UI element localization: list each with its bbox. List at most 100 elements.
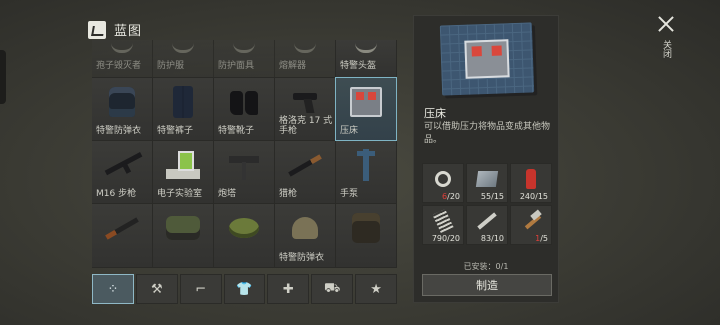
helmet-icon [287, 212, 323, 244]
bearing-icon [431, 169, 455, 189]
ghost-icon [226, 40, 262, 62]
blueprint-label: 孢子毁灭者 [96, 61, 142, 71]
material-have: 83 [480, 234, 492, 243]
material-slot[interactable]: 55/15 [466, 163, 508, 203]
category-tab-bar: ⁘ ⚒ ⌐ 👕 ✚ ⛟ ★ [92, 274, 398, 304]
material-quantity: 790/20 [432, 234, 460, 243]
close-icon[interactable] [656, 14, 676, 34]
blueprint-cell[interactable]: 炮塔 [213, 140, 275, 204]
edge-handle[interactable] [0, 50, 6, 104]
blueprint-cell[interactable]: M16 步枪 [92, 140, 153, 204]
tab-clothing[interactable]: 👕 [223, 274, 266, 304]
blueprint-cell[interactable] [335, 203, 397, 268]
blueprint-cell[interactable]: 孢子毁灭者 [92, 40, 153, 78]
material-have: 55 [480, 192, 492, 201]
material-quantity: 1/5 [535, 234, 548, 243]
pump-icon [348, 149, 384, 181]
blueprint-cell[interactable]: 特警防弹衣 [274, 203, 336, 268]
blueprint-grid: 孢子毁灭者 防护服 防护面具 熔解器 特警头盔特警防弹衣 特警裤子 特警靴子 格洛克 17 式… [92, 40, 397, 268]
detail-panel: 压床 可以借助压力将物品变成其他物品。 6/20 55/15 240/15 790/2… [413, 15, 559, 303]
close-label[interactable]: 关闭 [661, 40, 671, 58]
blueprint-cell[interactable] [152, 203, 214, 268]
blueprint-cell[interactable]: 特警防弹衣 [92, 77, 153, 141]
blueprint-label: 熔解器 [279, 61, 307, 71]
blueprint-cell[interactable] [92, 203, 153, 268]
blueprint-label: 猎枪 [279, 189, 298, 199]
turret-icon [226, 149, 262, 181]
ghost-icon [165, 40, 201, 62]
blueprint-label: 炮塔 [218, 189, 237, 199]
blueprint-cell[interactable]: 压床 [335, 77, 397, 141]
item-description: 可以借助压力将物品变成其他物品。 [424, 122, 551, 145]
tab-tools[interactable]: ⚒ [135, 274, 178, 304]
blueprint-cell[interactable]: 防护服 [152, 40, 214, 78]
hammer-icon [519, 211, 543, 231]
press-icon [348, 86, 384, 118]
material-slot[interactable]: 790/20 [422, 205, 464, 245]
tab-weapons[interactable]: ⌐ [179, 274, 222, 304]
material-slot[interactable]: 240/15 [510, 163, 552, 203]
material-slot[interactable]: 1/5 [510, 205, 552, 245]
wrench-icon [475, 211, 499, 231]
mine-icon [226, 212, 262, 244]
material-quantity: 6/20 [442, 192, 460, 201]
fire-extinguisher-icon [519, 169, 543, 189]
blueprint-cell[interactable]: 特警靴子 [213, 77, 275, 141]
blueprint-label: 格洛克 17 式手枪 [279, 116, 333, 136]
blueprint-label: 特警头盔 [340, 61, 377, 71]
material-quantity: 55/15 [481, 192, 504, 201]
blueprint-cell[interactable]: 熔解器 [274, 40, 336, 78]
page-header: 蓝图 [88, 20, 142, 39]
blueprint-icon [88, 20, 106, 39]
material-quantity: 240/15 [520, 192, 548, 201]
material-need: 10 [493, 234, 504, 243]
ghost-icon [348, 40, 384, 62]
ghost-icon [287, 40, 323, 62]
blueprint-label: 特警靴子 [218, 126, 255, 136]
blueprint-cell[interactable]: 防护面具 [213, 40, 275, 78]
item-name: 压床 [424, 107, 446, 120]
tab-favorites[interactable]: ★ [355, 274, 398, 304]
material-need: 15 [537, 192, 548, 201]
materials-grid: 6/20 55/15 240/15 790/20 83/10 1/5 [422, 163, 552, 245]
tab-medicine[interactable]: ✚ [267, 274, 310, 304]
pants-icon [165, 86, 201, 118]
boots-icon [226, 86, 262, 118]
vest2-icon [348, 212, 384, 244]
lab-icon [165, 149, 201, 181]
ghost-icon [104, 40, 140, 62]
page-title: 蓝图 [114, 24, 143, 39]
tab-vehicles[interactable]: ⛟ [311, 274, 354, 304]
item-preview-image [439, 22, 535, 96]
tab-all[interactable]: ⁘ [92, 274, 134, 304]
rifle-icon [104, 149, 140, 181]
ak-icon [104, 212, 140, 244]
material-need: 15 [493, 192, 504, 201]
material-need: 20 [449, 234, 460, 243]
spring-icon [431, 208, 455, 234]
shotgun-icon [287, 149, 323, 181]
blueprint-label: 特警防弹衣 [96, 126, 142, 136]
material-have: 790 [431, 234, 448, 243]
material-need: 5 [542, 234, 548, 243]
blueprint-label: 防护服 [157, 61, 185, 71]
metal-sheet-icon [475, 169, 499, 189]
blueprint-cell[interactable]: 电子实验室 [152, 140, 214, 204]
material-have: 240 [519, 192, 536, 201]
craft-button[interactable]: 制造 [422, 274, 552, 296]
blueprint-cell[interactable]: 格洛克 17 式手枪 [274, 77, 336, 141]
material-quantity: 83/10 [481, 234, 504, 243]
blueprint-label: 防护面具 [218, 61, 255, 71]
material-slot[interactable]: 83/10 [466, 205, 508, 245]
blueprint-cell[interactable]: 特警裤子 [152, 77, 214, 141]
blueprint-label: 手泵 [340, 189, 359, 199]
blueprint-cell[interactable]: 特警头盔 [335, 40, 397, 78]
blueprint-cell[interactable]: 猎枪 [274, 140, 336, 204]
blueprint-label: 特警裤子 [157, 126, 194, 136]
blueprint-label: 压床 [340, 126, 359, 136]
material-need: 20 [449, 192, 460, 201]
blueprint-cell[interactable]: 手泵 [335, 140, 397, 204]
tank-icon [165, 212, 201, 244]
material-slot[interactable]: 6/20 [422, 163, 464, 203]
blueprint-cell[interactable] [213, 203, 275, 268]
